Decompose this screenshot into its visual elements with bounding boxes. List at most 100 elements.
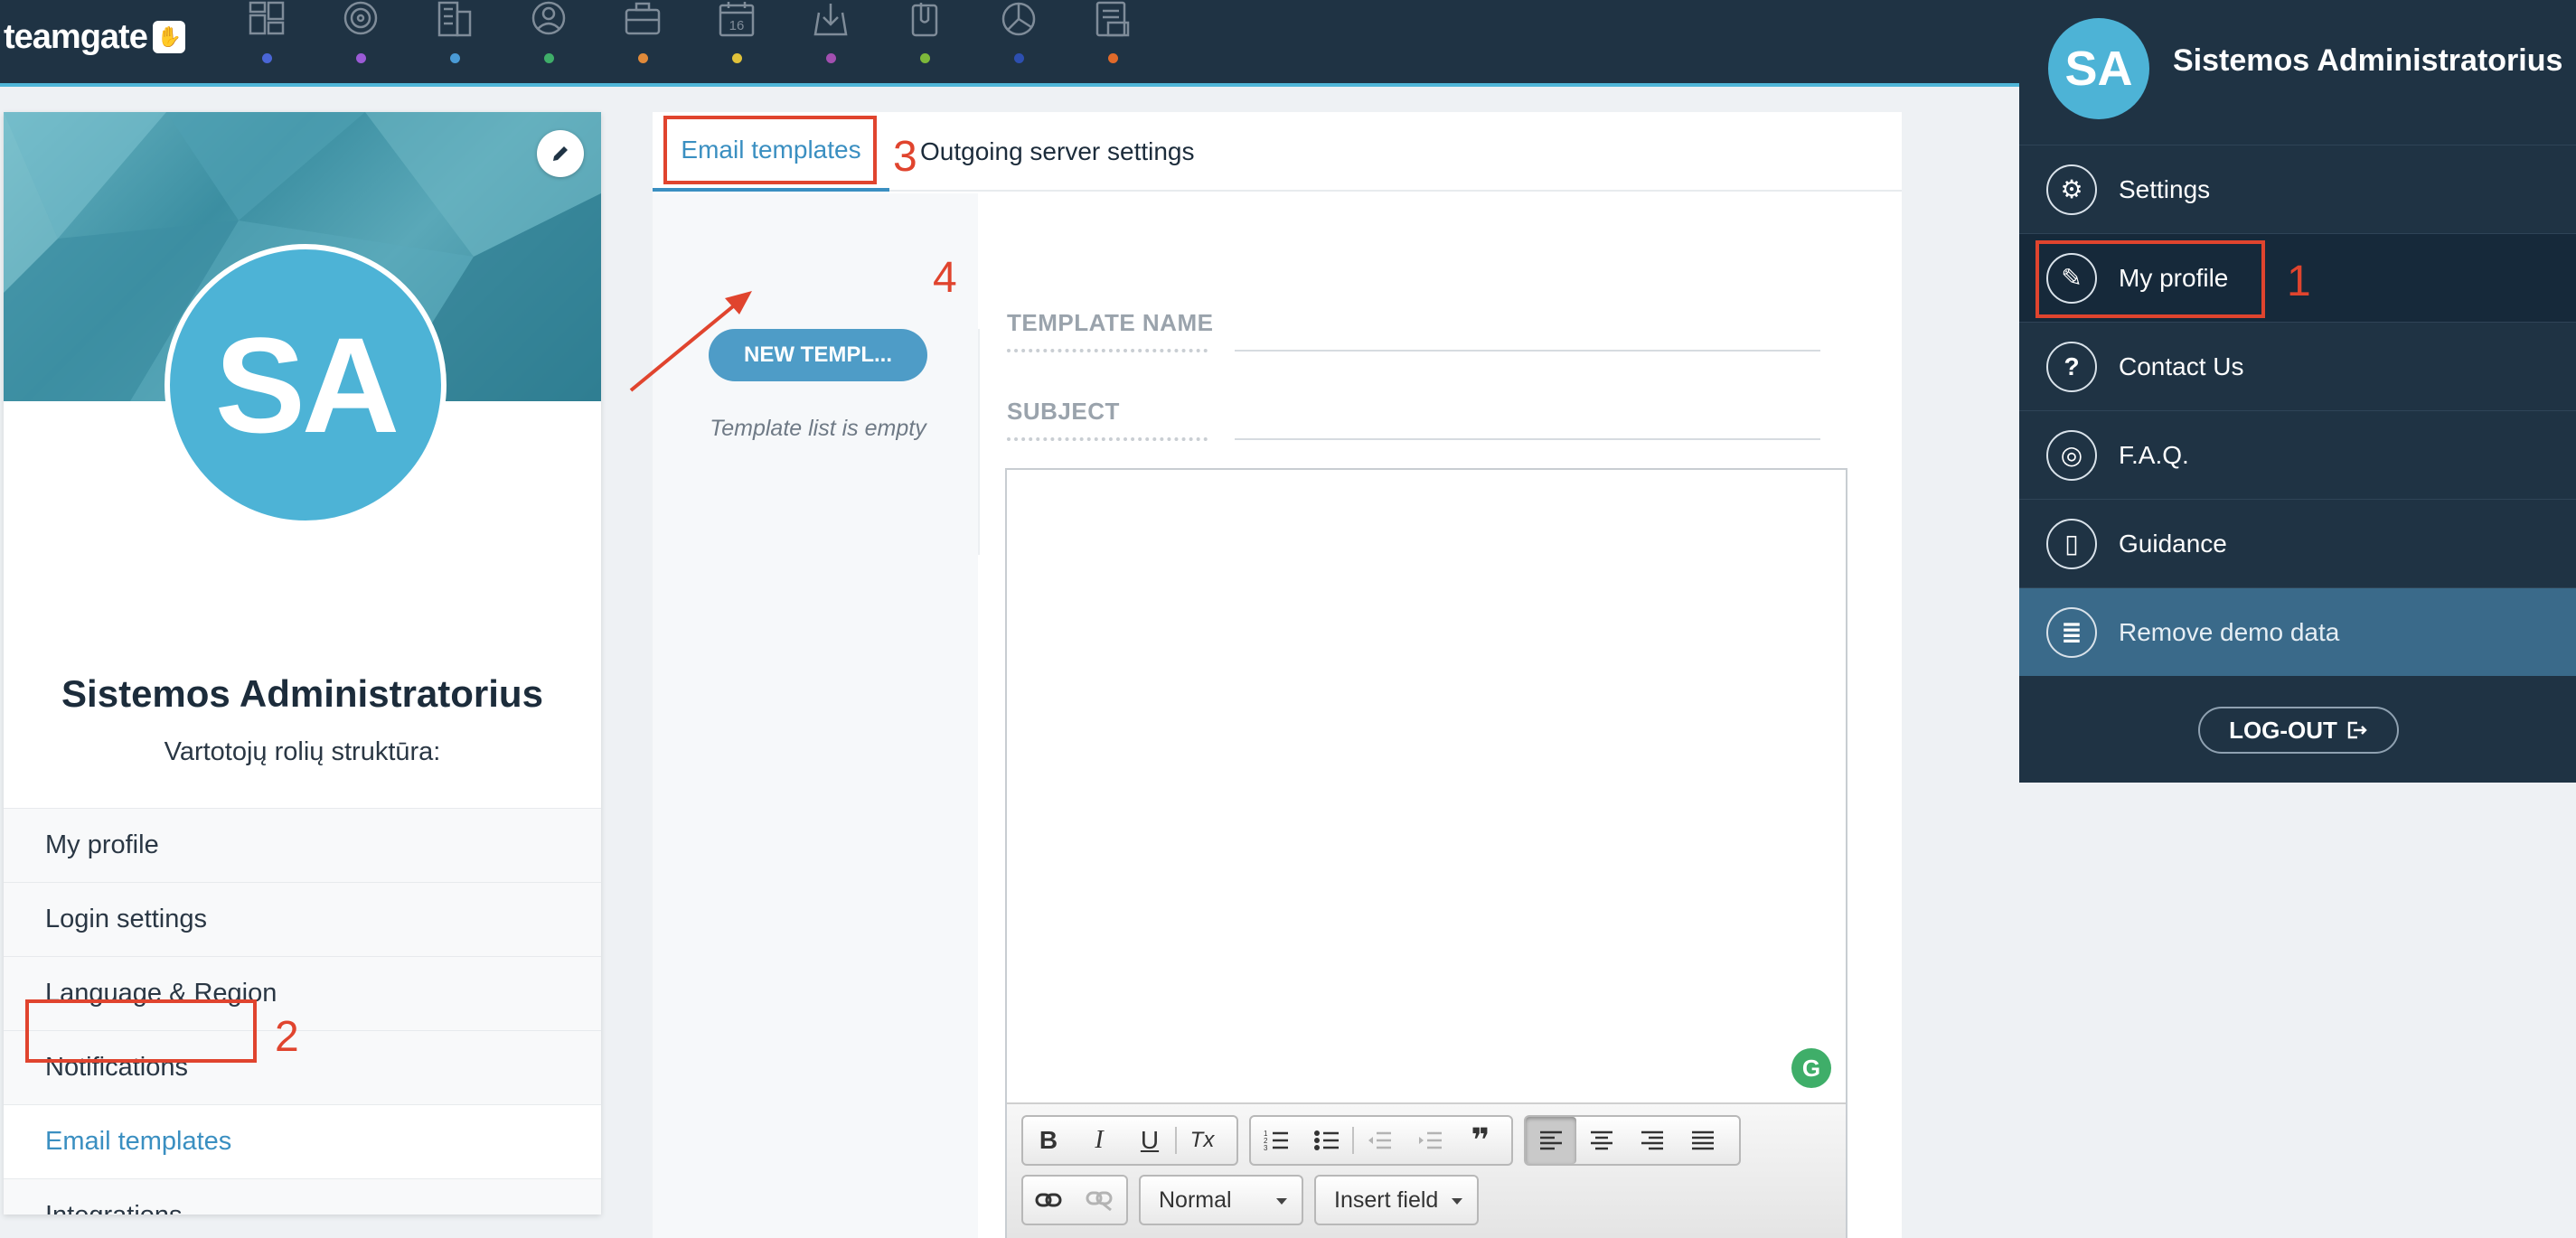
template-list-empty-text: Template list is empty bbox=[710, 416, 926, 441]
user-menu-label: Guidance bbox=[2119, 529, 2227, 558]
bold-button[interactable]: B bbox=[1023, 1117, 1074, 1164]
user-avatar[interactable]: SA bbox=[2048, 18, 2149, 119]
pie-chart-icon bbox=[1001, 2, 1036, 36]
nav-files[interactable] bbox=[898, 0, 953, 72]
profile-avatar[interactable]: SA bbox=[165, 244, 447, 526]
logout-button[interactable]: LOG-OUT bbox=[2198, 707, 2399, 754]
nav-dashboard[interactable] bbox=[240, 0, 295, 72]
insert-link-button[interactable] bbox=[1023, 1177, 1074, 1224]
outdent-button[interactable] bbox=[1354, 1117, 1405, 1164]
indent-icon bbox=[1419, 1131, 1442, 1149]
book-icon: ▯ bbox=[2046, 518, 2097, 569]
profile-menu-login-settings[interactable]: Login settings bbox=[4, 882, 601, 956]
annotation-arrow bbox=[629, 291, 752, 392]
calendar-icon: 16 bbox=[719, 2, 755, 37]
annotation-box-3 bbox=[663, 116, 877, 184]
annotation-number-4: 4 bbox=[933, 254, 957, 302]
nav-companies[interactable] bbox=[428, 0, 483, 72]
logout-icon bbox=[2347, 721, 2367, 739]
text-style-group: B I U Tx bbox=[1021, 1115, 1238, 1166]
svg-text:3: 3 bbox=[1264, 1144, 1268, 1152]
link-group bbox=[1021, 1175, 1128, 1225]
logout-label: LOG-OUT bbox=[2229, 716, 2337, 744]
nav-contacts[interactable] bbox=[522, 0, 577, 72]
format-select[interactable]: Normal bbox=[1139, 1175, 1303, 1225]
annotation-number-3: 3 bbox=[893, 133, 917, 181]
profile-menu-label: Login settings bbox=[45, 905, 207, 933]
align-justify-button[interactable] bbox=[1678, 1117, 1728, 1164]
edit-cover-button[interactable] bbox=[537, 130, 584, 177]
nav-dot bbox=[356, 53, 366, 63]
profile-menu-integrations[interactable]: Integrations bbox=[4, 1178, 601, 1215]
nav-inbox[interactable] bbox=[804, 0, 859, 72]
user-dropdown-menu: SA Sistemos Administratorius ⚙ Settings … bbox=[2019, 0, 2576, 783]
nav-calendar[interactable]: 16 bbox=[710, 0, 765, 72]
user-menu-label: Settings bbox=[2119, 174, 2211, 203]
indent-button[interactable] bbox=[1405, 1117, 1455, 1164]
calendar-day: 16 bbox=[729, 18, 745, 33]
user-menu-list: ⚙ Settings ✎ My profile ? Contact Us ◎ F… bbox=[2019, 145, 2576, 676]
email-body-editor[interactable]: G B I U Tx 123 ❞ Normal Insert field bbox=[1005, 468, 1847, 1238]
user-menu-settings[interactable]: ⚙ Settings bbox=[2019, 145, 2576, 233]
nav-documents[interactable] bbox=[1086, 0, 1141, 72]
chevron-down-icon bbox=[1276, 1198, 1287, 1205]
contact-icon bbox=[531, 1, 566, 35]
remove-link-button[interactable] bbox=[1074, 1177, 1124, 1224]
database-icon: ≣ bbox=[2046, 606, 2097, 658]
align-right-button[interactable] bbox=[1627, 1117, 1678, 1164]
nav-goals[interactable] bbox=[334, 0, 389, 72]
user-menu-label: Remove demo data bbox=[2119, 617, 2340, 646]
align-center-icon bbox=[1591, 1130, 1612, 1150]
profile-menu-label: Email templates bbox=[45, 1127, 232, 1156]
user-menu-guidance[interactable]: ▯ Guidance bbox=[2019, 499, 2576, 587]
italic-button[interactable]: I bbox=[1074, 1117, 1124, 1164]
align-left-icon bbox=[1540, 1130, 1562, 1150]
user-menu-label: F.A.Q. bbox=[2119, 440, 2189, 469]
subject-label: SUBJECT bbox=[1007, 398, 1120, 425]
numbered-list-button[interactable]: 123 bbox=[1251, 1117, 1302, 1164]
annotation-number-2: 2 bbox=[275, 1013, 299, 1061]
template-name-input[interactable] bbox=[1235, 350, 1820, 352]
outdent-icon bbox=[1368, 1131, 1391, 1149]
clear-format-button[interactable]: Tx bbox=[1177, 1117, 1227, 1164]
nav-dot bbox=[920, 53, 930, 63]
nav-dot bbox=[1108, 53, 1118, 63]
insert-field-label: Insert field bbox=[1334, 1186, 1439, 1213]
user-menu-remove-demo-data[interactable]: ≣ Remove demo data bbox=[2019, 587, 2576, 676]
profile-menu-label: Integrations bbox=[45, 1201, 183, 1215]
user-menu-faq[interactable]: ◎ F.A.Q. bbox=[2019, 410, 2576, 499]
logo-text: teamgate bbox=[4, 17, 148, 56]
gear-icon: ⚙ bbox=[2046, 164, 2097, 215]
grammarly-icon[interactable]: G bbox=[1791, 1048, 1831, 1088]
subject-input[interactable] bbox=[1235, 438, 1820, 440]
insert-field-select[interactable]: Insert field bbox=[1314, 1175, 1479, 1225]
column-divider bbox=[978, 329, 980, 555]
profile-menu-email-templates[interactable]: Email templates bbox=[4, 1104, 601, 1178]
underline-button[interactable]: U bbox=[1124, 1117, 1175, 1164]
editor-toolbar: B I U Tx 123 ❞ Normal Insert field bbox=[1007, 1102, 1846, 1238]
profile-name: Sistemos Administratorius bbox=[61, 672, 543, 715]
align-left-button[interactable] bbox=[1526, 1117, 1576, 1164]
email-templates-panel: Email templates Outgoing server settings… bbox=[653, 112, 1902, 1238]
annotation-box-2 bbox=[25, 999, 257, 1063]
paperclip-icon bbox=[911, 3, 938, 37]
nav-deals[interactable] bbox=[616, 0, 671, 72]
logo-hand-icon: ✋ bbox=[152, 21, 185, 53]
align-center-button[interactable] bbox=[1576, 1117, 1627, 1164]
nav-dot bbox=[732, 53, 742, 63]
teamgate-logo[interactable]: teamgate ✋ bbox=[4, 14, 185, 60]
annotation-number-1: 1 bbox=[2287, 258, 2311, 305]
label-dots bbox=[1007, 349, 1208, 352]
tab-outgoing-server-settings[interactable]: Outgoing server settings bbox=[920, 112, 1227, 192]
nav-reports[interactable] bbox=[992, 0, 1047, 72]
lifebuoy-icon: ◎ bbox=[2046, 429, 2097, 481]
unlink-icon bbox=[1086, 1191, 1113, 1211]
blockquote-button[interactable]: ❞ bbox=[1455, 1117, 1506, 1164]
profile-menu-my-profile[interactable]: My profile bbox=[4, 808, 601, 882]
nav-dot bbox=[1014, 53, 1024, 63]
profile-role: Vartotojų rolių struktūra: bbox=[164, 737, 441, 766]
profile-menu-label: My profile bbox=[45, 830, 159, 859]
user-menu-contact-us[interactable]: ? Contact Us bbox=[2019, 322, 2576, 410]
bullet-list-button[interactable] bbox=[1302, 1117, 1352, 1164]
nav-dot bbox=[262, 53, 272, 63]
